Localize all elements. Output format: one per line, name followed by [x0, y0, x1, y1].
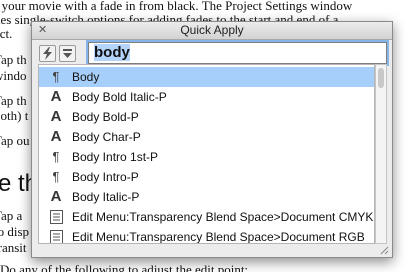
scrollbar[interactable] — [375, 64, 387, 244]
list-item-label: Body Italic-P — [72, 190, 140, 204]
list-item[interactable]: A Body Char-P — [39, 127, 374, 147]
list-item-label: Edit Menu:Transparency Blend Space>Docum… — [72, 210, 374, 224]
paragraph-style-icon: ¶ — [52, 169, 60, 184]
list-item-label: Body Char-P — [72, 130, 141, 144]
doc-text-line: Do any of the following to adjust the ed… — [0, 262, 249, 272]
list-item-label: Body Bold Italic-P — [72, 90, 167, 104]
list-item[interactable]: ¶ Body Intro-P — [39, 167, 374, 187]
toolbar: body — [39, 42, 387, 66]
character-style-icon: A — [50, 108, 62, 125]
character-style-icon: A — [50, 88, 62, 105]
quick-apply-panel: ✕ Quick Apply body ¶ Body A Body Bold It… — [31, 21, 393, 258]
doc-text-line: Tap ou — [0, 133, 30, 148]
list-item-label: Edit Menu:Transparency Blend Space>Docum… — [72, 230, 365, 244]
doc-text-line: to disp — [0, 224, 30, 239]
scroll-thumb[interactable] — [378, 68, 384, 88]
dropdown-triangle-icon — [63, 49, 72, 58]
list-item-label: Body Intro-P — [72, 170, 139, 184]
lightning-button[interactable] — [39, 45, 56, 62]
list-item[interactable]: A Body Bold Italic-P — [39, 87, 374, 107]
list-item[interactable]: Edit Menu:Transparency Blend Space>Docum… — [39, 207, 374, 227]
menu-command-icon — [48, 207, 64, 227]
resize-grip-icon[interactable] — [380, 246, 389, 255]
doc-text-line: Tap th — [0, 93, 27, 108]
doc-text-line: transit — [0, 240, 27, 255]
list-item-label: Body Bold-P — [72, 110, 139, 124]
close-icon[interactable]: ✕ — [38, 22, 47, 39]
list-item-label: Body Intro 1st-P — [72, 150, 159, 164]
search-input[interactable]: body — [88, 42, 387, 64]
results-list: ¶ Body A Body Bold Italic-P A Body Bold-… — [38, 64, 375, 244]
list-item[interactable]: A Body Italic-P — [39, 187, 374, 207]
list-item[interactable]: ¶ Body Intro 1st-P — [39, 147, 374, 167]
paragraph-style-icon: ¶ — [52, 69, 60, 84]
doc-text-line: Tap th — [0, 52, 27, 67]
doc-text-line: windo — [0, 68, 27, 83]
list-item-label: Body — [72, 70, 100, 84]
list-item[interactable]: Edit Menu:Transparency Blend Space>Docum… — [39, 227, 374, 244]
panel-title: Quick Apply — [180, 23, 244, 37]
panel-titlebar[interactable]: ✕ Quick Apply — [32, 22, 392, 40]
paragraph-style-icon: ¶ — [52, 149, 60, 164]
search-value: body — [94, 44, 130, 61]
menu-command-icon — [48, 227, 64, 243]
filter-menu-button[interactable] — [59, 45, 76, 62]
lightning-icon — [43, 47, 52, 60]
character-style-icon: A — [50, 128, 62, 145]
doc-text-line: Tap a — [0, 208, 23, 223]
list-item[interactable]: A Body Bold-P — [39, 107, 374, 127]
character-style-icon: A — [50, 188, 62, 205]
list-item[interactable]: ¶ Body — [39, 67, 374, 87]
doc-text-line: both) t — [0, 108, 29, 123]
doc-text-line: ect. — [0, 26, 13, 41]
